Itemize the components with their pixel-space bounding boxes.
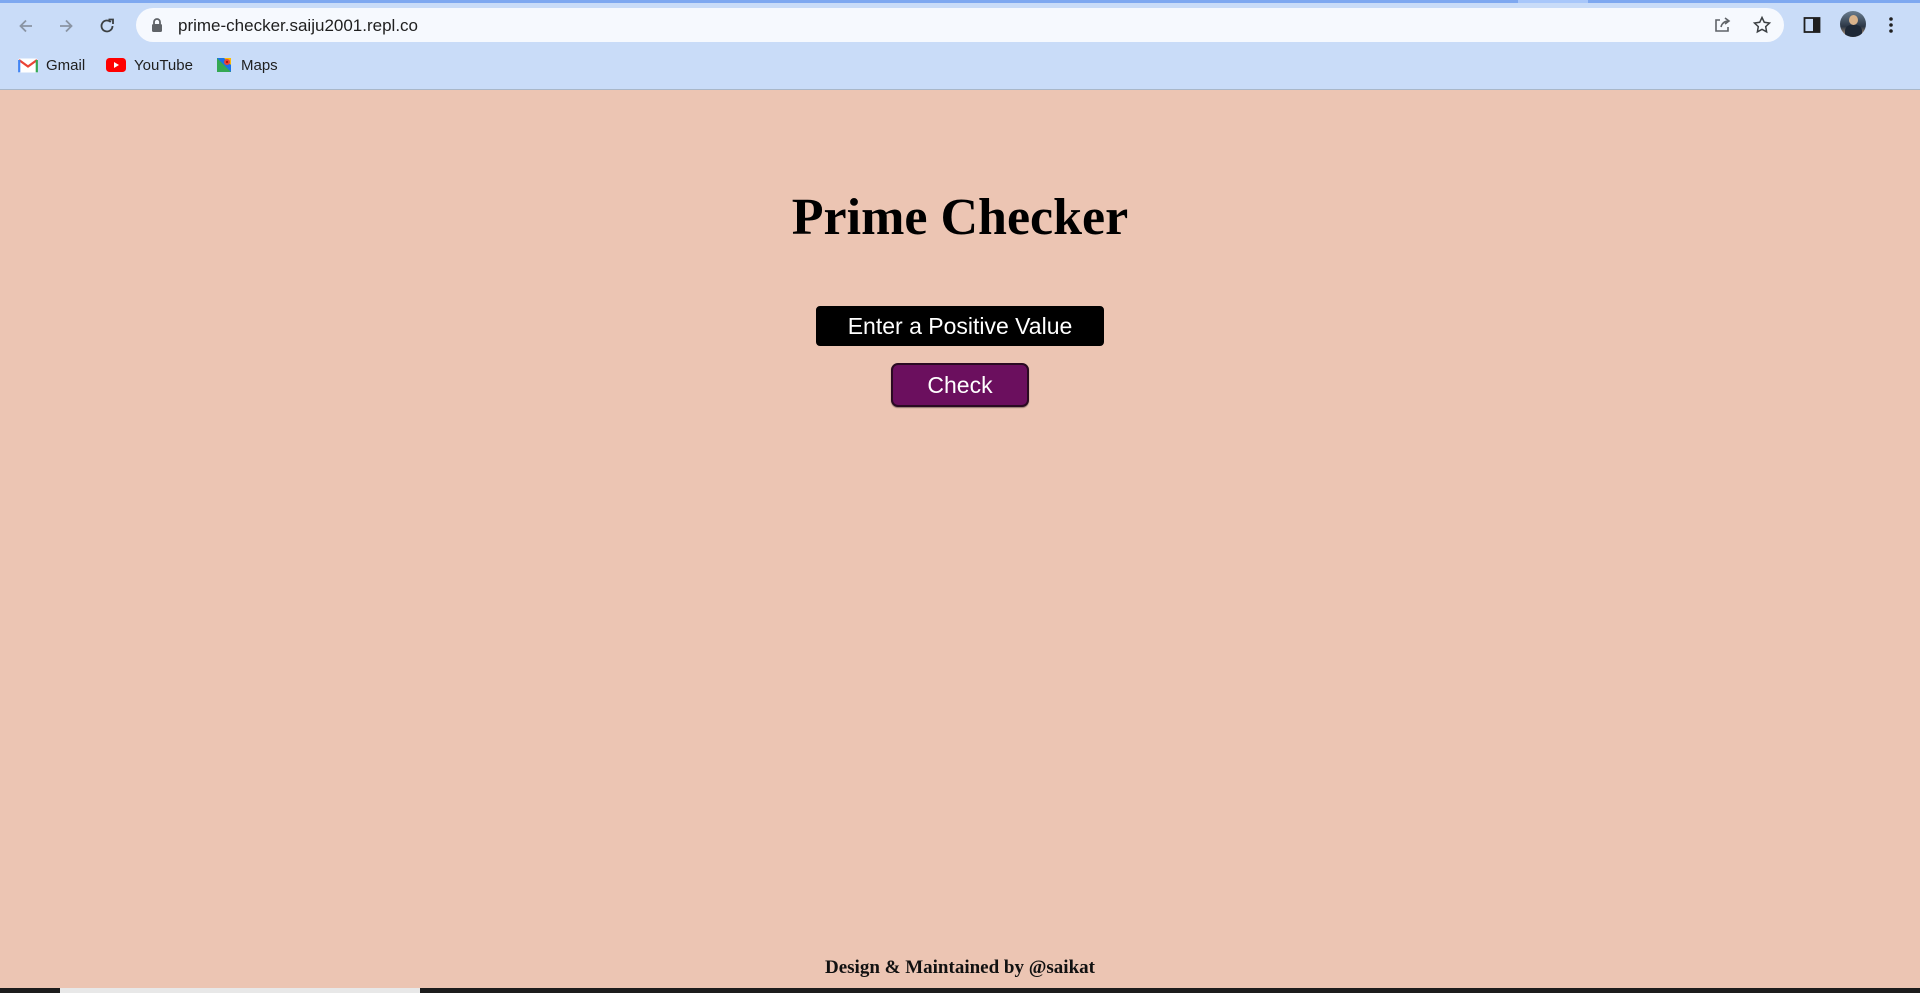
back-button[interactable] bbox=[10, 10, 42, 42]
page-content: Prime Checker Check Design & Maintained … bbox=[0, 90, 1920, 993]
side-panel-button[interactable] bbox=[1797, 10, 1827, 40]
value-input[interactable] bbox=[816, 306, 1104, 346]
maps-icon bbox=[217, 58, 231, 72]
star-icon bbox=[1752, 15, 1772, 34]
bookmark-label: Gmail bbox=[46, 56, 86, 74]
more-vert-icon bbox=[1889, 17, 1893, 33]
check-button[interactable]: Check bbox=[891, 363, 1029, 407]
page-title: Prime Checker bbox=[791, 189, 1129, 246]
url-text: prime-checker.saiju2001.repl.co bbox=[178, 16, 419, 35]
share-button[interactable] bbox=[1712, 15, 1732, 35]
bookmark-gmail[interactable]: Gmail bbox=[18, 52, 85, 78]
bookmark-youtube[interactable]: YouTube bbox=[106, 52, 193, 78]
tab-strip bbox=[0, 0, 1920, 3]
gmail-icon bbox=[18, 58, 38, 72]
profile-avatar[interactable] bbox=[1840, 11, 1866, 37]
arrow-right-icon bbox=[60, 19, 73, 33]
bookmark-star-button[interactable] bbox=[1752, 15, 1772, 35]
lock-icon bbox=[152, 18, 162, 32]
forward-button[interactable] bbox=[50, 10, 82, 42]
side-panel-icon bbox=[1803, 17, 1821, 33]
menu-button[interactable] bbox=[1876, 10, 1906, 40]
taskbar-strip bbox=[0, 988, 1920, 993]
share-icon bbox=[1715, 17, 1731, 32]
footer-text: Design & Maintained by @saikat bbox=[825, 957, 1095, 978]
browser-chrome: prime-checker.saiju2001.repl.co Gmail Yo… bbox=[0, 0, 1920, 90]
bookmark-maps[interactable]: Maps bbox=[215, 52, 278, 78]
bookmarks-bar: Gmail YouTube Maps bbox=[0, 52, 1920, 78]
arrow-left-icon bbox=[19, 19, 32, 33]
reload-button[interactable] bbox=[91, 10, 123, 42]
bookmark-label: YouTube bbox=[134, 56, 193, 74]
reload-icon bbox=[100, 18, 114, 33]
bookmark-label: Maps bbox=[241, 56, 278, 74]
address-bar[interactable]: prime-checker.saiju2001.repl.co bbox=[136, 8, 1784, 42]
youtube-icon bbox=[106, 58, 126, 72]
